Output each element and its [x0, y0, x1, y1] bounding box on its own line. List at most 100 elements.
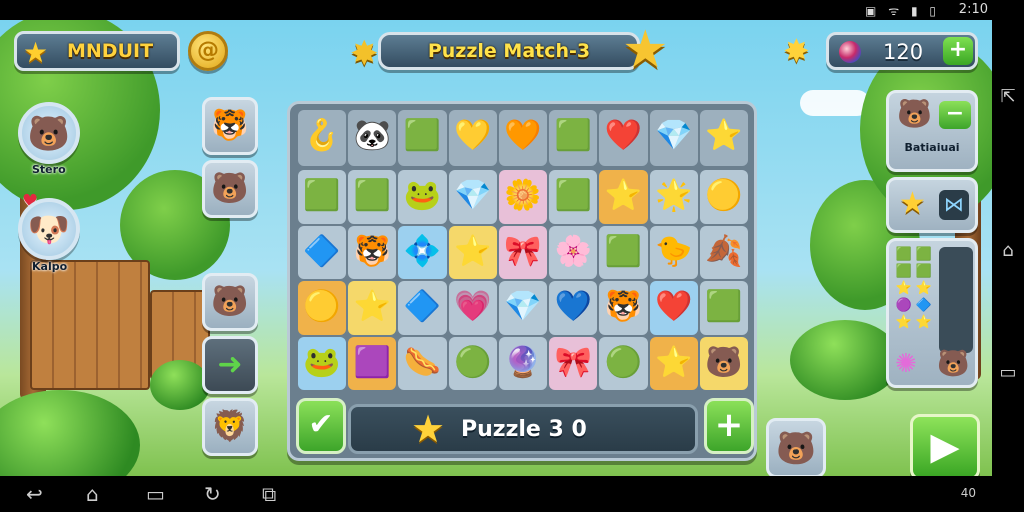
add-currency-button[interactable]: +: [943, 37, 973, 65]
gem-tile[interactable]: 🐸: [398, 170, 447, 224]
gem-tile[interactable]: 🍂: [699, 225, 748, 279]
friend-avatar-2[interactable]: 🐶: [18, 198, 80, 260]
game-viewport: ★ MNDUIT @ ✸ Puzzle Match-3 ★ ✸ 120 + 🐻 …: [0, 20, 992, 476]
gem-tile[interactable]: 💎: [448, 170, 497, 224]
gem-tile[interactable]: 💠: [398, 225, 447, 279]
gem-tile[interactable]: 🟩: [699, 281, 748, 335]
overview-icon[interactable]: ▭: [992, 362, 1024, 383]
gem-tile[interactable]: 🐸: [298, 336, 347, 390]
gem-tile[interactable]: 🔷: [398, 281, 447, 335]
gem-tile[interactable]: ⭐: [348, 281, 397, 335]
gem-tile[interactable]: ❤️: [599, 110, 648, 166]
player-name: MNDUIT: [67, 40, 154, 62]
star-icon: ★: [899, 186, 926, 221]
mini-gem: 🟩: [895, 247, 913, 262]
gem-tile[interactable]: 🔮: [498, 336, 548, 390]
gem-tile[interactable]: 🐯: [599, 281, 648, 335]
screenshot-icon[interactable]: ⧉: [262, 482, 276, 506]
mini-gem: ⭐: [895, 315, 913, 330]
friend-avatar-1[interactable]: 🐻: [18, 102, 80, 164]
gem-tile[interactable]: 🪝: [298, 110, 347, 166]
mini-gem: 🟣: [895, 298, 913, 313]
gem-tile[interactable]: 🟩: [599, 225, 648, 279]
opponent-panel[interactable]: 🐻 − Batiaiuai: [886, 90, 978, 172]
gem-tile[interactable]: 🐻: [699, 336, 748, 390]
gem-tile[interactable]: 🟩: [549, 110, 598, 166]
gem-tile[interactable]: 🌸: [549, 225, 598, 279]
booster-slot-1[interactable]: 🐯: [202, 97, 258, 155]
minus-button[interactable]: −: [939, 101, 971, 129]
gem-tile[interactable]: 🟩: [398, 110, 447, 166]
bush-right: [790, 320, 900, 400]
clock: 2:10: [958, 2, 988, 17]
play-button[interactable]: ▶: [910, 414, 980, 476]
gem-tile[interactable]: 🟪: [348, 336, 397, 390]
gem-tile[interactable]: 🌼: [498, 170, 548, 224]
gem-tile[interactable]: 🟡: [298, 281, 347, 335]
bear-booster-slot[interactable]: 🐻: [766, 418, 826, 476]
gem-tile[interactable]: 🐼: [348, 110, 397, 166]
gem-tile[interactable]: ⭐: [699, 110, 748, 166]
home-icon[interactable]: ⌂: [992, 240, 1024, 261]
star-icon: ★: [411, 407, 446, 451]
gem-tile[interactable]: 🎀: [498, 225, 548, 279]
gem-tile[interactable]: 🟡: [699, 170, 748, 224]
puzzle-label: Puzzle 3 0: [461, 417, 587, 442]
player-name-pill[interactable]: ★ MNDUIT: [14, 31, 180, 71]
gem-tile[interactable]: 🟩: [298, 170, 347, 224]
gem-tile[interactable]: 💗: [448, 281, 497, 335]
mini-gem: ⭐: [915, 315, 933, 330]
mini-gem: 🟩: [895, 264, 913, 279]
gem-tile[interactable]: ⭐: [649, 336, 698, 390]
bush-left: [0, 390, 140, 476]
confirm-button[interactable]: ✔: [296, 398, 346, 454]
sun-flower-icon: ✺: [895, 349, 917, 379]
gem-tile[interactable]: 🐯: [348, 225, 397, 279]
opponent-name: Batiaiuai: [904, 141, 960, 154]
puzzle-status-bar: ★ Puzzle 3 0: [348, 404, 698, 454]
gem-tile[interactable]: 🟩: [549, 170, 598, 224]
title-banner: Puzzle Match-3: [378, 32, 640, 70]
booster-slot-5[interactable]: 🦁: [202, 398, 258, 456]
coin-button[interactable]: @: [188, 31, 228, 71]
booster-slot-2[interactable]: 🐻: [202, 160, 258, 218]
booster-slot-3[interactable]: 🐻: [202, 273, 258, 331]
add-moves-button[interactable]: +: [704, 398, 754, 454]
gem-tile[interactable]: 🟩: [348, 170, 397, 224]
recent-apps-icon[interactable]: ▭: [146, 482, 165, 506]
friend-name-1: Stero: [32, 163, 66, 176]
home-icon[interactable]: ⌂: [86, 482, 99, 506]
gem-tile[interactable]: 🧡: [498, 110, 548, 166]
wooden-house: [30, 260, 150, 390]
gem-tile[interactable]: 🎀: [549, 336, 598, 390]
rotate-icon[interactable]: ↻: [204, 482, 221, 506]
gem-tile[interactable]: 🐤: [649, 225, 698, 279]
status-bar: ▣ ᯤ ▮ ▯ 2:10: [0, 0, 1024, 20]
gem-tile[interactable]: ⭐: [448, 225, 497, 279]
gem-tile[interactable]: 🌭: [398, 336, 447, 390]
gem-orb-icon: [839, 41, 861, 63]
exit-icon[interactable]: ⇱: [992, 86, 1024, 107]
mini-gem: 🔷: [915, 298, 933, 313]
gem-tile[interactable]: 🌟: [649, 170, 698, 224]
score-pill: 120 +: [826, 32, 978, 70]
gem-tile[interactable]: ⭐: [599, 170, 648, 224]
game-title: Puzzle Match-3: [427, 40, 591, 62]
gem-tile[interactable]: 💙: [549, 281, 598, 335]
gem-grid: 🟩 🟩 🐸 💎 🌼 🟩 ⭐ 🌟 🟡 🔷 🐯 💠 ⭐ 🎀 🌸 🟩 🐤 🍂 🟡 ⭐ …: [298, 170, 748, 390]
gem-tile[interactable]: 🟢: [599, 336, 648, 390]
gem-tile[interactable]: 💛: [448, 110, 497, 166]
bowtie-icon[interactable]: ⋈: [939, 190, 969, 220]
volume-level: 40: [960, 486, 976, 500]
gem-tile[interactable]: 💎: [498, 281, 548, 335]
game-board: 🪝 🐼 🟩 💛 🧡 🟩 ❤️ 💎 ⭐ 🟩 🟩 🐸 💎 🌼 🟩 ⭐ 🌟 🟡 🔷 🐯…: [287, 101, 757, 461]
board-top-row: 🪝 🐼 🟩 💛 🧡 🟩 ❤️ 💎 ⭐: [298, 110, 748, 166]
bush-small: [150, 360, 210, 410]
gem-tile[interactable]: 💎: [649, 110, 698, 166]
gem-tile[interactable]: 🟢: [448, 336, 497, 390]
arrow-button[interactable]: ➜: [202, 336, 258, 394]
back-icon[interactable]: ↩: [26, 482, 43, 506]
booster-panel[interactable]: ★ ⋈: [886, 177, 978, 233]
gem-tile[interactable]: ❤️: [649, 281, 698, 335]
gem-tile[interactable]: 🔷: [298, 225, 347, 279]
